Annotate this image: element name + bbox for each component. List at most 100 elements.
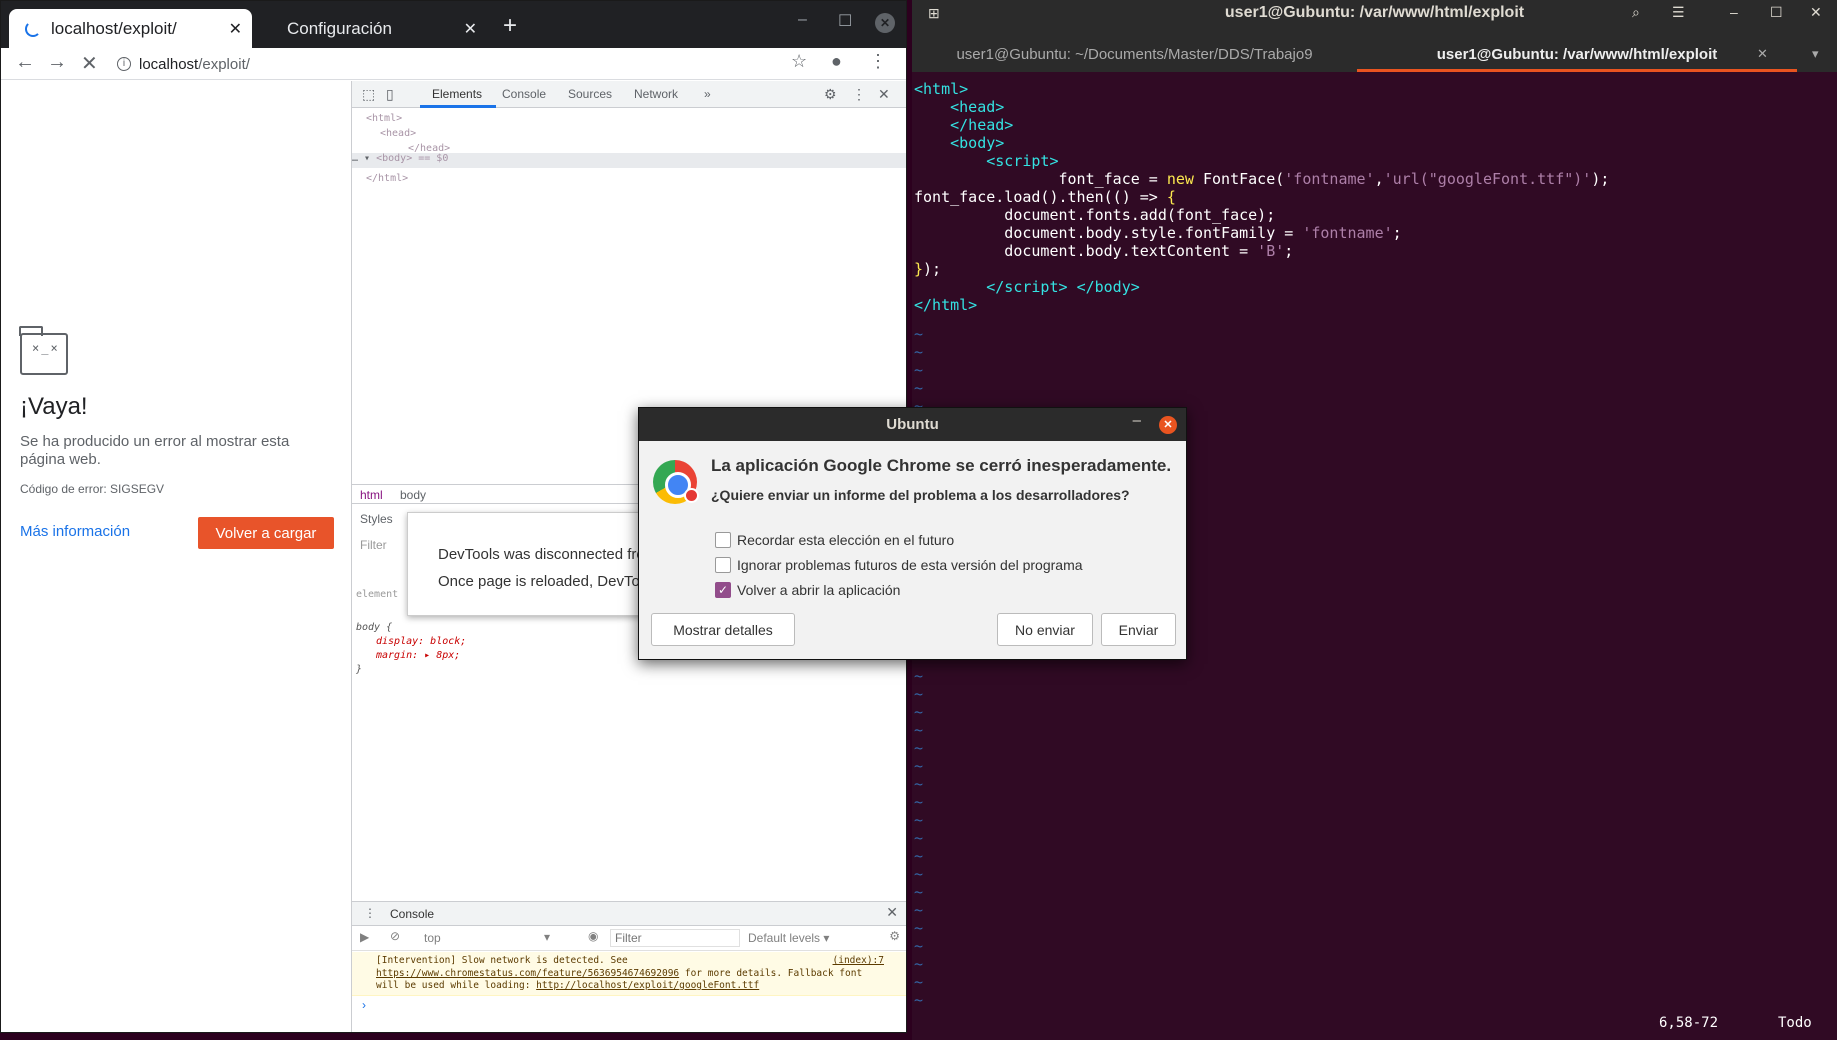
- dialog-heading: La aplicación Google Chrome se cerró ine…: [711, 456, 1172, 475]
- dom-node-body[interactable]: … ▾ <body> == $0: [352, 153, 448, 164]
- tab-close-icon[interactable]: ✕: [464, 19, 477, 39]
- devtools-close-icon[interactable]: ✕: [878, 86, 890, 103]
- window-close-icon[interactable]: ✕: [875, 13, 895, 33]
- ignore-problems-checkbox[interactable]: Ignorar problemas futuros de esta versió…: [715, 557, 1083, 573]
- console-prompt[interactable]: ›: [362, 998, 366, 1012]
- error-badge-icon: [684, 488, 699, 503]
- tab-configuracion[interactable]: Configuración ✕: [269, 9, 487, 48]
- send-button[interactable]: Enviar: [1101, 613, 1176, 646]
- dom-node[interactable]: <html>: [366, 111, 450, 126]
- devtools-menu-icon[interactable]: ⋮: [852, 86, 866, 103]
- tab-elements[interactable]: Elements: [432, 87, 482, 101]
- element-style-label: element: [356, 589, 399, 600]
- disconnected-line: Once page is reloaded, DevTools: [438, 573, 659, 590]
- maximize-icon[interactable]: ☐: [1770, 4, 1783, 21]
- tab-network[interactable]: Network: [634, 87, 678, 101]
- vim-buffer[interactable]: <html> <head> </head> <body> <script> fo…: [914, 80, 1609, 314]
- dom-tree: <html> <head> </head> </html>: [366, 111, 450, 186]
- vim-scroll-status: Todo: [1778, 1015, 1812, 1031]
- reload-button[interactable]: Volver a cargar: [198, 517, 334, 549]
- console-filter-input[interactable]: [610, 929, 740, 947]
- message-source-link[interactable]: (index):7: [833, 955, 884, 968]
- sad-tab-icon: ×_×: [19, 326, 68, 375]
- console-header: ⋮ Console ✕: [352, 902, 906, 926]
- close-icon[interactable]: ✕: [1810, 4, 1822, 21]
- console-toolbar: ▶ ⊘ top ▾ ◉ Default levels ▾ ⚙: [352, 926, 906, 951]
- checkbox-label: Recordar esta elección en el futuro: [737, 532, 955, 548]
- stop-loading-icon[interactable]: ✕: [81, 51, 98, 76]
- tab-close-icon[interactable]: ✕: [229, 19, 242, 39]
- message-link[interactable]: https://www.chromestatus.com/feature/563…: [376, 968, 679, 979]
- tab-localhost-exploit[interactable]: localhost/exploit/ ✕: [9, 9, 252, 48]
- browser-toolbar: ← → ✕ i localhost/exploit/ ☆ ● ⋮: [1, 48, 906, 80]
- eye-icon[interactable]: ◉: [588, 929, 598, 943]
- console-settings-icon[interactable]: ⚙: [889, 929, 900, 943]
- terminal-tab-exploit[interactable]: user1@Gubuntu: /var/www/html/exploit: [1357, 38, 1797, 72]
- reopen-app-checkbox[interactable]: ✓ Volver a abrir la aplicación: [715, 582, 900, 598]
- address-bar[interactable]: i localhost/exploit/: [117, 52, 250, 76]
- error-code: Código de error: SIGSEGV: [20, 482, 165, 496]
- dont-send-button[interactable]: No enviar: [997, 613, 1093, 646]
- more-tabs-icon[interactable]: »: [704, 87, 711, 101]
- forward-arrow-icon[interactable]: →: [47, 51, 67, 74]
- message-link[interactable]: http://localhost/exploit/googleFont.ttf: [536, 980, 759, 991]
- minimize-icon[interactable]: –: [798, 11, 807, 29]
- settings-gear-icon[interactable]: ⚙: [824, 86, 837, 103]
- url-host: localhost: [139, 55, 199, 73]
- minimize-icon[interactable]: –: [1133, 412, 1141, 429]
- context-select[interactable]: top: [424, 931, 441, 945]
- sidebar-toggle-icon[interactable]: ▶: [360, 930, 369, 944]
- styles-filter-input[interactable]: Filter: [360, 538, 387, 552]
- new-tab-icon[interactable]: +: [503, 12, 517, 40]
- tabs-dropdown-icon[interactable]: ▾: [1812, 46, 1819, 62]
- context-dropdown-icon[interactable]: ▾: [544, 930, 550, 944]
- dom-node[interactable]: <head>: [366, 126, 450, 141]
- maximize-icon[interactable]: ☐: [838, 11, 852, 31]
- back-arrow-icon[interactable]: ←: [15, 51, 35, 74]
- device-toolbar-icon[interactable]: ▯: [386, 86, 394, 103]
- terminal-tab-trabajo9[interactable]: user1@Gubuntu: ~/Documents/Master/DDS/Tr…: [912, 38, 1357, 72]
- more-info-link[interactable]: Más información: [20, 523, 130, 540]
- tab-sources[interactable]: Sources: [568, 87, 612, 101]
- drawer-menu-icon[interactable]: ⋮: [364, 906, 376, 920]
- css-selector: body {: [356, 622, 393, 633]
- loading-spinner-icon: [25, 20, 41, 37]
- tab-title: localhost/exploit/: [51, 18, 177, 38]
- minimize-icon[interactable]: –: [1730, 4, 1738, 20]
- dialog-question: ¿Quiere enviar un informe del problema a…: [711, 487, 1130, 503]
- hamburger-menu-icon[interactable]: ☰: [1672, 4, 1685, 21]
- breadcrumb-html[interactable]: html: [360, 488, 383, 502]
- new-terminal-tab-icon[interactable]: ⊞: [928, 5, 940, 22]
- breadcrumb-body[interactable]: body: [400, 488, 426, 502]
- active-tab-indicator: [420, 105, 496, 108]
- remember-choice-checkbox[interactable]: Recordar esta elección en el futuro: [715, 532, 954, 548]
- show-details-button[interactable]: Mostrar detalles: [651, 613, 795, 646]
- css-close-brace: }: [356, 664, 363, 675]
- checkbox-unchecked-icon[interactable]: [715, 557, 731, 573]
- tab-styles[interactable]: Styles: [360, 512, 393, 526]
- css-rules: body { display: block; margin: ▸ 8px; }: [356, 621, 466, 677]
- dialog-close-icon[interactable]: ✕: [1159, 416, 1177, 434]
- dialog-title: Ubuntu: [639, 408, 1186, 441]
- checkbox-checked-icon[interactable]: ✓: [715, 582, 731, 598]
- profile-icon[interactable]: ●: [831, 51, 842, 72]
- tab-console[interactable]: Console: [502, 87, 546, 101]
- log-levels-select[interactable]: Default levels ▾: [748, 931, 829, 945]
- inspect-icon[interactable]: ⬚: [362, 86, 375, 103]
- url-path: /exploit/: [198, 55, 250, 73]
- disconnected-line: DevTools was disconnected from: [438, 546, 658, 563]
- search-icon[interactable]: ⌕: [1632, 4, 1640, 21]
- info-icon[interactable]: i: [117, 57, 131, 71]
- checkbox-unchecked-icon[interactable]: [715, 532, 731, 548]
- dom-node[interactable]: </html>: [366, 171, 450, 186]
- tab-close-icon[interactable]: ✕: [1757, 46, 1768, 62]
- message-text: [Intervention] Slow network is detected.…: [376, 955, 628, 966]
- console-close-icon[interactable]: ✕: [886, 904, 898, 921]
- menu-kebab-icon[interactable]: ⋮: [869, 51, 887, 72]
- crash-report-dialog: Ubuntu – ✕ La aplicación Google Chrome s…: [638, 407, 1187, 660]
- devtools-disconnected-dialog: DevTools was disconnected from Once page…: [407, 512, 659, 616]
- error-title: ¡Vaya!: [20, 393, 88, 420]
- clear-console-icon[interactable]: ⊘: [390, 929, 400, 943]
- bookmark-star-icon[interactable]: ☆: [791, 51, 807, 72]
- tab-console-drawer[interactable]: Console: [390, 907, 434, 921]
